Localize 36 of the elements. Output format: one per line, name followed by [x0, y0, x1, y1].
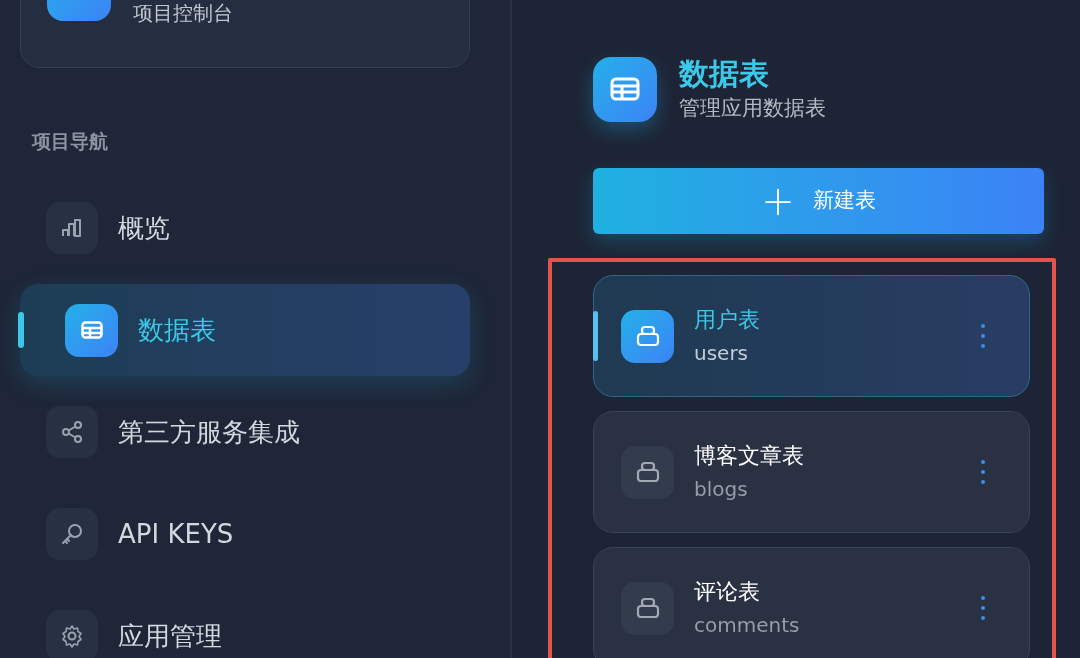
project-subtitle: 项目控制台 — [133, 0, 233, 27]
nav-item[interactable]: 应用管理 — [20, 590, 470, 658]
active-indicator — [18, 312, 24, 348]
table-icon — [593, 56, 657, 122]
table-id: users — [694, 340, 750, 367]
table-card[interactable]: 评论表 comments — [593, 547, 1030, 658]
nav-label: 第三方服务集成 — [118, 415, 300, 449]
nav-item[interactable]: API KEYS — [20, 488, 470, 580]
table-id: comments — [694, 612, 800, 639]
key-icon-box — [46, 508, 98, 560]
table-card[interactable]: 用户表 users — [593, 275, 1030, 397]
stack-icon — [621, 581, 674, 635]
nav-label: 应用管理 — [118, 619, 222, 653]
stack-icon — [621, 445, 674, 499]
more-icon[interactable] — [979, 596, 987, 620]
nav-item[interactable]: 第三方服务集成 — [20, 386, 470, 478]
page-title: 数据表 — [679, 55, 770, 93]
nav-label: API KEYS — [118, 517, 234, 551]
section-title: 项目导航 — [32, 129, 108, 154]
active-indicator — [593, 311, 598, 361]
stack-icon — [621, 309, 674, 363]
table-icon-box — [65, 303, 118, 357]
nav-item[interactable]: 数据表 — [20, 284, 470, 376]
nav-item[interactable]: 概览 — [20, 182, 470, 274]
nav-label: 概览 — [118, 211, 170, 245]
table-name: 用户表 — [694, 306, 760, 334]
nav-label: 数据表 — [138, 313, 216, 347]
table-name: 评论表 — [694, 578, 761, 606]
table-card[interactable]: 博客文章表 blogs — [593, 411, 1030, 533]
page-subtitle: 管理应用数据表 — [679, 95, 826, 122]
more-icon[interactable] — [979, 324, 987, 348]
bars-icon-box — [46, 202, 98, 254]
share-icon-box — [46, 406, 98, 458]
more-icon[interactable] — [979, 460, 987, 484]
table-id: blogs — [694, 476, 749, 503]
table-name: 博客文章表 — [694, 442, 804, 470]
